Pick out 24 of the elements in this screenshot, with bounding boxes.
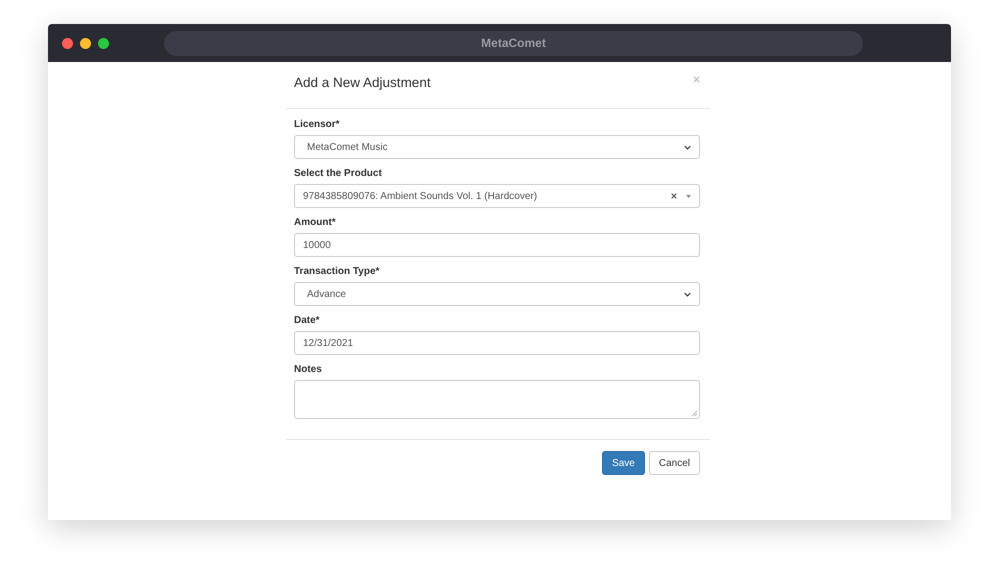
clear-icon[interactable] <box>671 193 677 199</box>
input-field[interactable]: 10000 <box>294 233 700 257</box>
field-label: Notes <box>294 364 322 375</box>
field-label: Amount* <box>294 217 336 228</box>
chevron-down-icon <box>684 144 691 150</box>
dropdown-field[interactable]: MetaComet Music <box>294 135 700 159</box>
resize-grip-icon[interactable] <box>692 411 697 416</box>
field-label: Select the Product <box>294 168 382 179</box>
chevron-down-icon <box>684 292 691 296</box>
combo-field[interactable]: 9784385809076: Ambient Sounds Vol. 1 (Hardcover) <box>294 184 700 208</box>
field-label: Transaction Type* <box>294 266 380 277</box>
field-label: Date* <box>294 315 320 326</box>
textarea-field[interactable] <box>294 380 700 419</box>
dialog-title: Add a New Adjustment <box>294 74 431 90</box>
zoom-dot-icon[interactable] <box>98 38 109 48</box>
dropdown-field[interactable]: Advance <box>294 282 700 306</box>
field-label: Licensor* <box>294 119 340 130</box>
caret-icon[interactable] <box>686 194 691 198</box>
input-field[interactable]: 12/31/2021 <box>294 331 700 355</box>
save-button[interactable]: Save <box>602 451 645 475</box>
window-title: MetaComet <box>481 36 546 50</box>
close-dot-icon[interactable] <box>62 38 73 48</box>
minimize-dot-icon[interactable] <box>80 38 91 48</box>
cancel-button[interactable]: Cancel <box>648 451 700 475</box>
